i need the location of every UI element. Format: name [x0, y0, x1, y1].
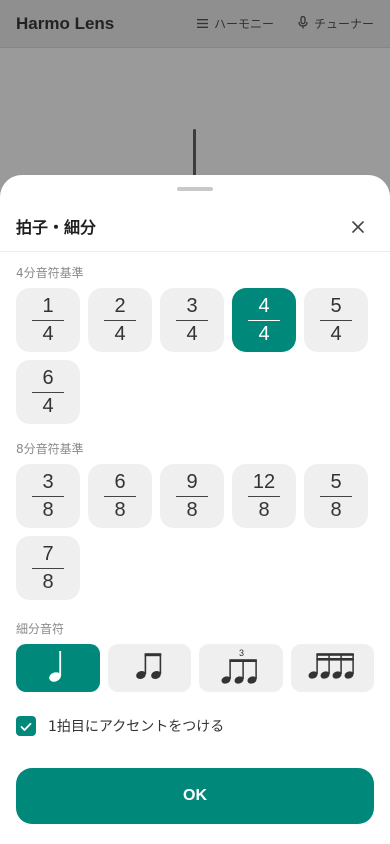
time-signature-divider: [176, 319, 208, 322]
time-signature-numerator: 5: [330, 470, 342, 493]
time-signature-denominator: 8: [42, 499, 54, 522]
time-signature-sheet: 拍子・細分 4分音符基準 142434445464 8分音符基準 3868981…: [0, 175, 390, 844]
time-signature-denominator: 8: [258, 499, 270, 522]
nav-tuner-label: チューナー: [313, 17, 374, 31]
nav-tuner[interactable]: チューナー: [298, 15, 374, 32]
time-signature-divider: [32, 319, 64, 322]
time-signature-denominator: 8: [114, 499, 126, 522]
sheet-header: 拍子・細分: [0, 205, 390, 252]
time-signature-button[interactable]: 44: [232, 288, 296, 352]
quarter-section-label: 4分音符基準: [16, 266, 84, 280]
time-signature-denominator: 8: [42, 571, 54, 594]
time-signature-numerator: 5: [330, 294, 342, 317]
time-signature-divider: [104, 495, 136, 498]
triplet-notes-icon: 3: [221, 648, 261, 686]
eighth-section-label: 8分音符基準: [16, 442, 84, 456]
time-signature-numerator: 12: [252, 470, 276, 493]
time-signature-divider: [176, 495, 208, 498]
nav-harmony[interactable]: ハーモニー: [196, 15, 274, 32]
time-signature-denominator: 4: [186, 323, 198, 346]
time-signature-denominator: 4: [42, 395, 54, 418]
time-signature-button[interactable]: 68: [88, 464, 152, 528]
subdivision-triplet-button[interactable]: 3: [199, 644, 283, 692]
eighth-notes-icon: [135, 651, 165, 685]
list-icon: [196, 17, 208, 31]
time-signature-button[interactable]: 34: [160, 288, 224, 352]
app-nav: ハーモニー チューナー: [196, 15, 374, 32]
close-icon: [352, 218, 364, 237]
subdivision-section-label: 細分音符: [16, 622, 65, 636]
time-signature-numerator: 3: [186, 294, 198, 317]
app-title: Harmo Lens: [16, 13, 115, 33]
subdivision-eighth-button[interactable]: [108, 644, 191, 692]
time-signature-button[interactable]: 78: [16, 536, 80, 600]
ok-button[interactable]: OK: [16, 768, 374, 824]
time-signature-button[interactable]: 12 8: [232, 464, 296, 528]
time-signature-divider: [32, 567, 64, 570]
time-signature-numerator: 1: [42, 294, 54, 317]
time-signature-denominator: 8: [330, 499, 342, 522]
mic-icon: [298, 15, 308, 32]
time-signature-button[interactable]: 14: [16, 288, 80, 352]
time-signature-button[interactable]: 98: [160, 464, 224, 528]
time-signature-divider: [32, 391, 64, 394]
time-signature-numerator: 9: [186, 470, 198, 493]
time-signature-numerator: 3: [42, 470, 54, 493]
sixteenth-notes-icon: [308, 651, 358, 685]
time-signature-denominator: 4: [42, 323, 54, 346]
subdivision-sixteenth-button[interactable]: [291, 644, 374, 692]
nav-harmony-label: ハーモニー: [213, 17, 274, 31]
accent-checkbox[interactable]: [16, 716, 36, 736]
time-signature-numerator: 6: [42, 366, 54, 389]
accent-first-beat-toggle[interactable]: 1拍目にアクセントをつける: [16, 716, 224, 736]
time-signature-divider: [320, 319, 352, 322]
time-signature-denominator: 8: [186, 499, 198, 522]
tuner-needle: [193, 129, 196, 177]
accent-label: 1拍目にアクセントをつける: [48, 719, 225, 735]
close-button[interactable]: [344, 213, 372, 241]
time-signature-button[interactable]: 58: [304, 464, 368, 528]
time-signature-numerator: 7: [42, 542, 54, 565]
check-icon: [20, 717, 32, 736]
time-signature-denominator: 4: [330, 323, 342, 346]
time-signature-numerator: 6: [114, 470, 126, 493]
time-signature-divider: [248, 319, 280, 322]
time-signature-divider: [248, 495, 280, 498]
time-signature-divider: [104, 319, 136, 322]
time-signature-button[interactable]: 54: [304, 288, 368, 352]
sheet-title: 拍子・細分: [16, 218, 97, 237]
quarter-note-icon: [48, 649, 68, 687]
time-signature-numerator: 4: [258, 294, 270, 317]
time-signature-denominator: 4: [258, 323, 270, 346]
time-signature-numerator: 2: [114, 294, 126, 317]
time-signature-denominator: 4: [114, 323, 126, 346]
time-signature-button[interactable]: 38: [16, 464, 80, 528]
time-signature-button[interactable]: 64: [16, 360, 80, 424]
app-bar: Harmo Lens ハーモニー チューナー: [0, 0, 390, 48]
time-signature-button[interactable]: 24: [88, 288, 152, 352]
sheet-drag-handle[interactable]: [177, 187, 213, 191]
time-signature-divider: [32, 495, 64, 498]
time-signature-divider: [320, 495, 352, 498]
subdivision-quarter-button[interactable]: [16, 644, 100, 692]
